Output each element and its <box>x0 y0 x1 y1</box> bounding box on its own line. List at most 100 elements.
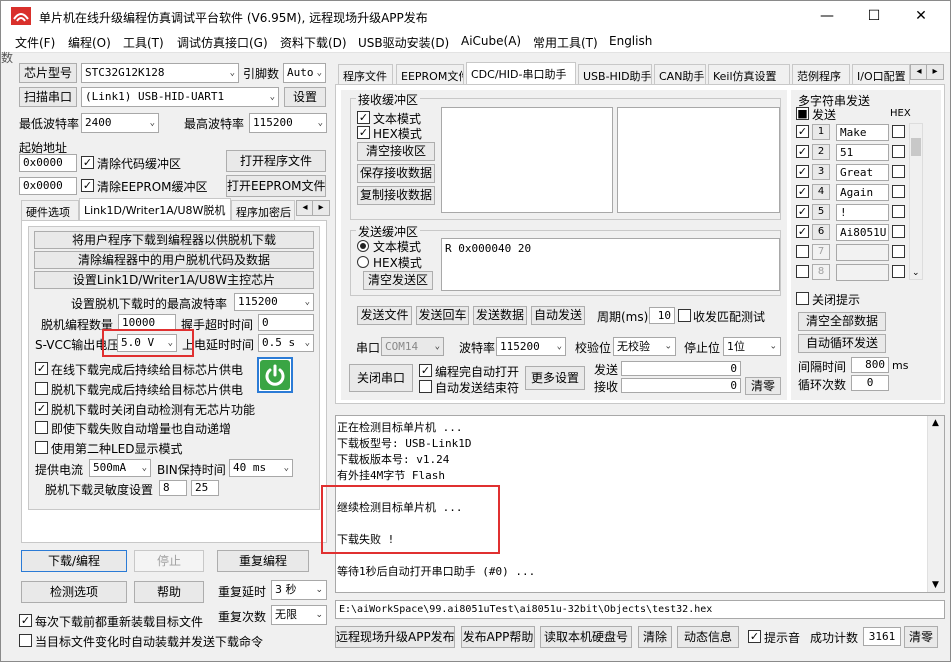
current-select[interactable]: 500mA ⌄ <box>89 459 151 477</box>
multi-row-send-checkbox[interactable]: ✓ <box>796 125 809 138</box>
send-hex-radio[interactable] <box>357 256 369 268</box>
send-text-area[interactable]: R 0x000040 20 <box>441 238 780 291</box>
led-mode-checkbox[interactable] <box>35 441 48 454</box>
multi-row-number-button[interactable]: 8 <box>812 264 830 280</box>
open-eeprom-button[interactable]: 打开EEPROM文件 <box>226 175 326 197</box>
close-tip-checkbox[interactable] <box>796 292 809 305</box>
menu-file[interactable]: 文件(F) <box>15 34 55 51</box>
publish-help-button[interactable]: 发布APP帮助 <box>461 626 535 648</box>
recv-text-area[interactable] <box>441 107 613 213</box>
send-data-button[interactable]: 发送数据 <box>473 306 527 325</box>
multi-row-send-checkbox[interactable]: ✓ <box>796 225 809 238</box>
online-power-checkbox[interactable]: ✓ <box>35 362 48 375</box>
multi-row-hex-checkbox[interactable] <box>892 225 905 238</box>
maximize-button[interactable]: ☐ <box>851 1 897 31</box>
min-baud-select[interactable]: 2400 ⌄ <box>81 113 159 133</box>
tab-serial-assistant[interactable]: CDC/HID-串口助手 <box>466 62 576 84</box>
tab-offline[interactable]: Link1D/Writer1A/U8W脱机 <box>79 198 231 220</box>
loop-count-input[interactable]: 0 <box>851 375 889 391</box>
stop-button[interactable]: 停止 <box>134 550 204 572</box>
stop-bits-select[interactable]: 1位 ⌄ <box>723 337 781 356</box>
multi-row-text-input[interactable] <box>836 264 889 281</box>
menu-debug[interactable]: 调试仿真接口(G) <box>177 34 268 51</box>
multi-row-send-checkbox[interactable]: ✓ <box>796 205 809 218</box>
multi-row-hex-checkbox[interactable] <box>892 185 905 198</box>
auto-send-button[interactable]: 自动发送 <box>531 306 585 325</box>
chip-model-select[interactable]: STC32G12K128 ⌄ <box>81 63 239 83</box>
close-button[interactable]: ✕ <box>898 1 944 31</box>
save-recv-button[interactable]: 保存接收数据 <box>357 164 435 183</box>
clear-count-button[interactable]: 清零 <box>745 377 781 395</box>
multi-row-number-button[interactable]: 4 <box>812 184 830 200</box>
close-port-button[interactable]: 关闭串口 <box>349 364 413 392</box>
power-toggle[interactable] <box>257 357 293 393</box>
multi-row-hex-checkbox[interactable] <box>892 145 905 158</box>
parity-select[interactable]: 无校验 ⌄ <box>613 337 676 356</box>
send-text-radio[interactable] <box>357 240 369 252</box>
scan-port-button[interactable]: 扫描串口 <box>19 87 77 107</box>
clear-send-button[interactable]: 清空发送区 <box>363 271 433 290</box>
pins-select[interactable]: Auto ⌄ <box>283 63 326 83</box>
auto-end-checkbox[interactable] <box>419 380 432 393</box>
tab-encrypt[interactable]: 程序加密后 <box>231 200 295 220</box>
read-disk-button[interactable]: 读取本机硬盘号 <box>540 626 632 648</box>
eeprom-addr-input[interactable]: 0x0000 <box>19 177 77 195</box>
multi-row-text-input[interactable] <box>836 244 889 261</box>
menu-common-tools[interactable]: 常用工具(T) <box>533 34 598 51</box>
multi-row-send-checkbox[interactable]: ✓ <box>796 145 809 158</box>
sound-checkbox[interactable]: ✓ <box>748 630 761 643</box>
multi-row-text-input[interactable]: ! <box>836 204 889 221</box>
multi-row-hex-checkbox[interactable] <box>892 125 905 138</box>
interval-input[interactable]: 800 <box>851 357 889 373</box>
tab-program-file[interactable]: 程序文件 <box>338 64 393 84</box>
multi-row-number-button[interactable]: 5 <box>812 204 830 220</box>
disable-detect-checkbox[interactable]: ✓ <box>35 402 48 415</box>
tab-can[interactable]: CAN助手 <box>654 64 706 84</box>
clear-log-button[interactable]: 清除 <box>638 626 672 648</box>
menu-tools[interactable]: 工具(T) <box>123 34 164 51</box>
clear-all-button[interactable]: 清空全部数据 <box>798 312 886 331</box>
power-delay-select[interactable]: 0.5 s ⌄ <box>258 334 314 352</box>
multi-row-send-checkbox[interactable]: ✓ <box>796 185 809 198</box>
sensitivity-input-2[interactable]: 25 <box>191 480 219 496</box>
multi-row-hex-checkbox[interactable] <box>892 265 905 278</box>
dynamic-info-button[interactable]: 动态信息 <box>677 626 739 648</box>
multi-row-send-checkbox[interactable] <box>796 265 809 278</box>
match-test-checkbox[interactable] <box>678 309 691 322</box>
sensitivity-input-1[interactable]: 8 <box>159 480 187 496</box>
menu-program[interactable]: 编程(O) <box>68 34 111 51</box>
multi-row-hex-checkbox[interactable] <box>892 165 905 178</box>
port-settings-button[interactable]: 设置 <box>284 87 326 107</box>
auto-increment-checkbox[interactable] <box>35 421 48 434</box>
clear-programmer-button[interactable]: 清除编程器中的用户脱机代码及数据 <box>34 251 314 269</box>
multi-row-text-input[interactable]: Ai8051U <box>836 224 889 241</box>
repeat-delay-select[interactable]: 3 秒 ⌄ <box>271 580 327 600</box>
multi-row-text-input[interactable]: Again <box>836 184 889 201</box>
bin-hold-select[interactable]: 40 ms ⌄ <box>229 459 293 477</box>
log-scrollbar[interactable]: ▲ ▼ <box>927 416 944 592</box>
tab-keil[interactable]: Keil仿真设置 <box>708 64 790 84</box>
tab-eeprom-file[interactable]: EEPROM文件 <box>396 64 464 84</box>
repeat-program-button[interactable]: 重复编程 <box>217 550 309 572</box>
period-input[interactable]: 10 <box>649 307 675 324</box>
open-program-button[interactable]: 打开程序文件 <box>226 150 326 172</box>
multi-send-all-checkbox[interactable]: ■ <box>796 107 809 120</box>
download-button[interactable]: 下载/编程 <box>21 550 127 572</box>
baud-select[interactable]: 115200 ⌄ <box>496 337 566 356</box>
multi-row-hex-checkbox[interactable] <box>892 205 905 218</box>
clear-success-button[interactable]: 清零 <box>904 626 938 648</box>
multi-row-number-button[interactable]: 6 <box>812 224 830 240</box>
tab-usb-hid[interactable]: USB-HID助手 <box>578 64 652 84</box>
send-enter-button[interactable]: 发送回车 <box>416 306 469 325</box>
set-master-chip-button[interactable]: 设置Link1D/Writer1A/U8W主控芯片 <box>34 271 314 289</box>
detect-options-button[interactable]: 检测选项 <box>21 581 127 603</box>
tab-examples[interactable]: 范例程序 <box>792 64 850 84</box>
serial-port-select[interactable]: COM14 ⌄ <box>381 337 444 356</box>
clear-recv-button[interactable]: 清空接收区 <box>357 142 435 161</box>
multi-row-text-input[interactable]: 51 <box>836 144 889 161</box>
send-file-button[interactable]: 发送文件 <box>357 306 412 325</box>
reload-checkbox[interactable]: ✓ <box>19 614 32 627</box>
multi-row-text-input[interactable]: Great <box>836 164 889 181</box>
auto-loop-button[interactable]: 自动循环发送 <box>798 334 886 353</box>
menu-download[interactable]: 资料下载(D) <box>280 34 347 51</box>
